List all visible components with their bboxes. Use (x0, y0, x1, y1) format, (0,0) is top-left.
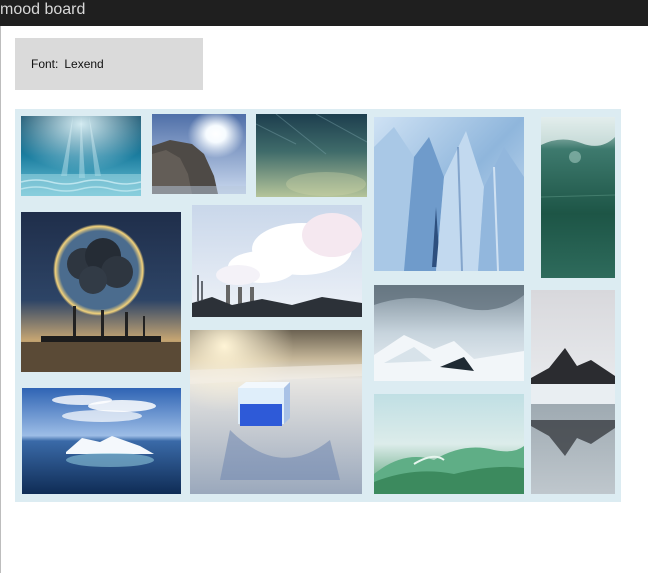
image-mountain-reflection[interactable] (531, 290, 615, 494)
canvas-left-border (0, 26, 1, 573)
image-iceberg-sea[interactable] (22, 388, 181, 494)
image-factory-steam[interactable] (192, 205, 362, 317)
image-stormy-ice-sea[interactable] (374, 285, 524, 381)
image-green-underwater[interactable] (541, 117, 615, 278)
window-title-bar: mood board (0, 0, 648, 26)
image-underwater-light[interactable] (21, 116, 141, 196)
font-card-label: Font: (31, 57, 59, 71)
image-green-wave[interactable] (374, 394, 524, 494)
image-ice-cube-snow[interactable] (190, 330, 362, 494)
font-card-value: Lexend (64, 57, 104, 71)
font-card[interactable]: Font: Lexend (15, 38, 203, 90)
image-cliff-sun[interactable] (152, 114, 246, 194)
window-title: mood board (0, 1, 86, 18)
image-green-water[interactable] (256, 114, 367, 197)
mood-board-canvas[interactable] (15, 109, 621, 502)
image-earth-smoke-art[interactable] (21, 212, 181, 372)
image-glacier-ice[interactable] (374, 117, 524, 271)
